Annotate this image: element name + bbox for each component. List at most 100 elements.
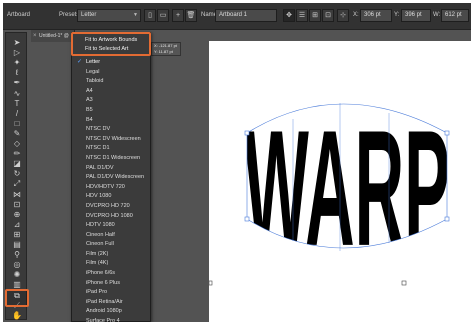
fit-artwork-bounds-item[interactable]: Fit to Artwork Bounds <box>85 37 137 43</box>
preset-item[interactable]: HDTV 1080 <box>72 221 150 231</box>
preset-item[interactable]: DVCPRO HD 1080 <box>72 212 150 222</box>
preset-item-label: NTSC D1 <box>86 145 110 152</box>
preset-item-label: Android 1080p <box>86 308 122 315</box>
presets-list: ✓ Letter Legal Tabloid A4 A3 B5 B4 NTSC DV NTSC D… <box>72 58 150 322</box>
preset-item-label: B4 <box>86 116 93 123</box>
preset-item[interactable]: Legal <box>72 68 150 78</box>
preset-item[interactable]: NTSC D1 <box>72 144 150 154</box>
preset-item[interactable]: PAL D1/DV Widescreen <box>72 173 150 183</box>
preset-item-label: iPad Pro <box>86 289 108 296</box>
control-bar: Artboard Presets: Letter ▼ ▯ ▭ + 🗑 Name:… <box>3 3 471 30</box>
preset-item-label: iPad Retina/Air <box>86 298 123 305</box>
w-value: 612 pt <box>445 12 462 18</box>
preset-item-label: PAL D1/DV <box>86 164 114 171</box>
preset-item-label: Film (4K) <box>86 260 109 267</box>
warp-text: WARP <box>244 96 450 280</box>
checkmark-icon: ✓ <box>77 59 83 65</box>
preset-item-label: A3 <box>86 97 93 104</box>
preset-item[interactable]: iPhone 6/6s <box>72 269 150 279</box>
preset-item[interactable]: iPad Retina/Air <box>72 298 150 308</box>
preset-item[interactable]: ✓ Letter <box>72 58 150 68</box>
preset-item[interactable]: Film (4K) <box>72 259 150 269</box>
landscape-icon[interactable]: ▭ <box>157 9 169 22</box>
preset-item[interactable]: Android 1080p <box>72 307 150 317</box>
preset-item[interactable]: HDV 1080 <box>72 192 150 202</box>
fit-selected-art-item[interactable]: Fit to Selected Art <box>85 46 128 52</box>
reference-point-icon[interactable]: ⊞ <box>309 9 321 22</box>
anchor-point[interactable] <box>244 216 250 222</box>
preset-item[interactable]: NTSC D1 Widescreen <box>72 154 150 164</box>
anchor-point[interactable] <box>444 216 450 222</box>
preset-item-label: Cineon Half <box>86 231 115 238</box>
preset-item[interactable]: B5 <box>72 106 150 116</box>
tools-panel: ➤ ▷ ✦ ℓ ✒ ∿ T / □ ✎ ◇ ✏ ◪ ↻ ⤢ ⋈ ⊡ ⊕ ⊿ ⊞ ▤ ⚲ ◎ ✺ ▥ ⧉ ⟋ ✋ <box>5 32 27 320</box>
anchor-point[interactable] <box>444 130 450 136</box>
preset-item-label: NTSC DV Widescreen <box>86 135 141 142</box>
preset-item-label: HDV/HDTV 720 <box>86 183 125 190</box>
preset-item-label: Tabloid <box>86 78 104 85</box>
x-input[interactable]: 306 pt <box>360 9 392 22</box>
artboard-canvas[interactable]: WARP <box>209 41 471 322</box>
warp-artwork[interactable]: WARP <box>209 41 471 322</box>
x-label: X: <box>353 12 359 18</box>
x-value: 306 pt <box>364 12 381 18</box>
hand-icon[interactable]: ✋ <box>10 310 24 321</box>
preset-item[interactable]: Cineon Full <box>72 240 150 250</box>
preset-item[interactable]: PAL D1/DV <box>72 164 150 174</box>
preset-item[interactable]: NTSC DV Widescreen <box>72 135 150 145</box>
artboard-handle[interactable] <box>209 280 213 286</box>
preset-item[interactable]: HDV/HDTV 720 <box>72 183 150 193</box>
mode-label: Artboard <box>7 12 31 18</box>
preset-item[interactable]: Cineon Half <box>72 231 150 241</box>
w-label: W: <box>433 12 441 18</box>
preset-item[interactable]: Surface Pro 4 <box>72 317 150 322</box>
preset-item[interactable]: Tabloid <box>72 77 150 87</box>
y-input[interactable]: 396 pt <box>401 9 431 22</box>
artboard-tool-highlight[interactable] <box>5 289 29 307</box>
close-icon[interactable]: × <box>33 30 37 42</box>
y-label: Y: <box>394 12 400 18</box>
preset-item-label: DVCPRO HD 1080 <box>86 212 133 219</box>
preset-item[interactable]: iPad Pro <box>72 288 150 298</box>
preset-item-label: Cineon Full <box>86 241 114 248</box>
artboard-handle[interactable] <box>401 280 407 286</box>
document-tab-title: Untitled-1* @ <box>39 33 69 39</box>
y-value: 396 pt <box>405 12 422 18</box>
preset-item-label: iPhone 6/6s <box>86 270 116 277</box>
presets-dropdown-menu: ✓ Letter Legal Tabloid A4 A3 B5 B4 NTSC DV NTSC D… <box>71 32 151 322</box>
preset-item-label: NTSC DV <box>86 126 111 133</box>
preset-item[interactable]: DVCPRO HD 720 <box>72 202 150 212</box>
preset-item-label: Film (2K) <box>86 250 109 257</box>
preset-item[interactable]: B4 <box>72 116 150 126</box>
preset-item-label: HDTV 1080 <box>86 222 115 229</box>
artboard-options-icon[interactable]: ☰ <box>296 9 308 22</box>
preset-item-label: B5 <box>86 106 93 113</box>
move-with-artboard-icon[interactable]: ✥ <box>283 9 295 22</box>
chevron-down-icon: ▼ <box>133 12 138 18</box>
preset-item[interactable]: NTSC DV <box>72 125 150 135</box>
document-tab[interactable]: × Untitled-1* @ <box>31 30 75 42</box>
coordinate-tooltip: X: -121.87 pt Y: 11.87 pt <box>151 42 181 56</box>
preset-item-label: Letter <box>86 59 101 65</box>
preset-item-label: iPhone 6 Plus <box>86 279 120 286</box>
preset-item-label: HDV 1080 <box>86 193 112 200</box>
preset-item[interactable]: A4 <box>72 87 150 97</box>
preset-item[interactable]: A3 <box>72 96 150 106</box>
preset-item[interactable]: Film (2K) <box>72 250 150 260</box>
w-input[interactable]: 612 pt <box>441 9 469 22</box>
presets-select[interactable]: Letter ▼ <box>77 9 141 22</box>
preset-item-label: DVCPRO HD 720 <box>86 202 130 209</box>
preset-item[interactable]: iPhone 6 Plus <box>72 279 150 289</box>
portrait-icon[interactable]: ▯ <box>144 9 156 22</box>
new-artboard-icon[interactable]: + <box>172 9 184 22</box>
align-icon[interactable]: ⊡ <box>322 9 334 22</box>
presets-select-value: Letter <box>81 12 97 18</box>
delete-artboard-icon[interactable]: 🗑 <box>185 9 197 22</box>
tooltip-y: Y: 11.87 pt <box>154 49 173 54</box>
anchor-point[interactable] <box>244 130 250 136</box>
preset-item-label: NTSC D1 Widescreen <box>86 154 141 161</box>
illustrator-window: Artboard Presets: Letter ▼ ▯ ▭ + 🗑 Name:… <box>3 3 471 322</box>
artboard-name-input[interactable]: Artboard 1 <box>215 9 277 22</box>
constrain-icon[interactable]: ⊹ <box>337 9 349 22</box>
preset-item-label: Legal <box>86 68 100 75</box>
